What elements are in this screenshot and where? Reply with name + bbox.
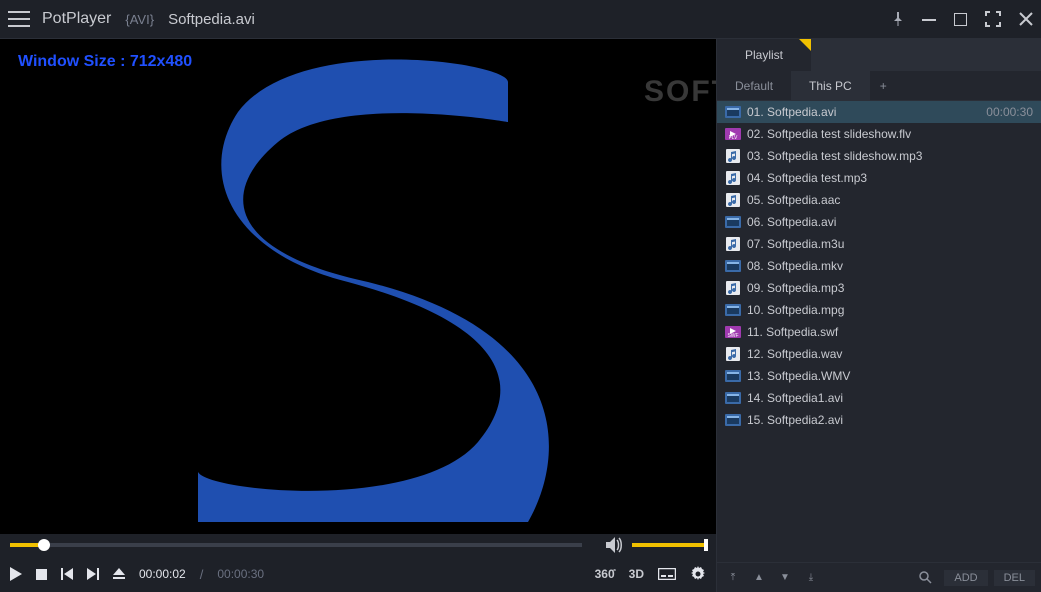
- seek-thumb[interactable]: [38, 539, 50, 551]
- file-video-icon: [725, 303, 741, 317]
- tab-indicator-icon: [799, 39, 811, 51]
- playlist-item[interactable]: 09. Softpedia.mp3: [717, 277, 1041, 299]
- playlist-item[interactable]: 05. Softpedia.aac: [717, 189, 1041, 211]
- menu-icon[interactable]: [8, 11, 30, 27]
- svg-text:FLV: FLV: [729, 135, 738, 140]
- file-video-icon: [725, 391, 741, 405]
- playlist-item[interactable]: 07. Softpedia.m3u: [717, 233, 1041, 255]
- playlist-item-label: 09. Softpedia.mp3: [747, 281, 1033, 295]
- del-button[interactable]: DEL: [994, 570, 1035, 586]
- file-video-icon: [725, 369, 741, 383]
- close-icon[interactable]: [1019, 12, 1033, 26]
- file-audio-icon: [725, 347, 741, 361]
- file-flv-icon: FLV: [725, 127, 741, 141]
- add-button[interactable]: ADD: [944, 570, 987, 586]
- move-up-button[interactable]: ▲: [749, 568, 769, 588]
- 3d-button[interactable]: 3D: [629, 567, 644, 581]
- format-tag: {AVI}: [125, 12, 154, 27]
- pin-icon[interactable]: [892, 12, 904, 26]
- time-duration: 00:00:30: [217, 567, 264, 581]
- file-name: Softpedia.avi: [168, 11, 255, 28]
- file-audio-icon: [725, 171, 741, 185]
- file-audio-icon: [725, 237, 741, 251]
- playlist-panel: Playlist Default This PC + 01. Softpedia…: [716, 38, 1041, 592]
- volume-slider[interactable]: [632, 543, 706, 547]
- subtab-add[interactable]: +: [870, 71, 897, 100]
- seek-slider[interactable]: [10, 543, 582, 547]
- playlist-item-label: 10. Softpedia.mpg: [747, 303, 1033, 317]
- maximize-icon[interactable]: [954, 13, 967, 26]
- playlist-item[interactable]: SWF 11. Softpedia.swf: [717, 321, 1041, 343]
- playlist-item[interactable]: 03. Softpedia test slideshow.mp3: [717, 145, 1041, 167]
- playlist-item-label: 02. Softpedia test slideshow.flv: [747, 127, 1033, 141]
- playlist-item-label: 15. Softpedia2.avi: [747, 413, 1033, 427]
- tab-empty[interactable]: [812, 39, 1041, 71]
- vr360-button[interactable]: 360̊: [595, 567, 615, 581]
- playlist-item[interactable]: 08. Softpedia.mkv: [717, 255, 1041, 277]
- playlist-item[interactable]: 15. Softpedia2.avi: [717, 409, 1041, 431]
- file-audio-icon: [725, 149, 741, 163]
- watermark: SOFTPEDIA®: [644, 75, 716, 109]
- fullscreen-icon[interactable]: [985, 11, 1001, 27]
- subtitle-button[interactable]: [658, 568, 676, 580]
- play-button[interactable]: [10, 567, 22, 581]
- file-swf-icon: SWF: [725, 325, 741, 339]
- playlist-item-label: 04. Softpedia test.mp3: [747, 171, 1033, 185]
- player-panel: Window Size : 712x480 SOFTPEDIA® 00:00:0…: [0, 38, 716, 592]
- time-current: 00:00:02: [139, 567, 186, 581]
- playlist-item-label: 08. Softpedia.mkv: [747, 259, 1033, 273]
- playlist-item[interactable]: 14. Softpedia1.avi: [717, 387, 1041, 409]
- video-content: [148, 52, 568, 522]
- playlist-item-label: 13. Softpedia.WMV: [747, 369, 1033, 383]
- playlist-item[interactable]: 10. Softpedia.mpg: [717, 299, 1041, 321]
- file-video-icon: [725, 259, 741, 273]
- playlist-item[interactable]: 12. Softpedia.wav: [717, 343, 1041, 365]
- playlist-item-label: 03. Softpedia test slideshow.mp3: [747, 149, 1033, 163]
- next-button[interactable]: [87, 568, 99, 580]
- subtab-default[interactable]: Default: [717, 71, 791, 100]
- video-area[interactable]: Window Size : 712x480 SOFTPEDIA®: [0, 39, 716, 534]
- playlist-item-label: 07. Softpedia.m3u: [747, 237, 1033, 251]
- settings-button[interactable]: [690, 566, 706, 582]
- playlist-item-label: 12. Softpedia.wav: [747, 347, 1033, 361]
- tab-playlist[interactable]: Playlist: [717, 39, 812, 71]
- playlist-item[interactable]: FLV 02. Softpedia test slideshow.flv: [717, 123, 1041, 145]
- titlebar: PotPlayer {AVI} Softpedia.avi: [0, 0, 1041, 38]
- move-bottom-button[interactable]: ⤓: [801, 568, 821, 588]
- minimize-icon[interactable]: [922, 12, 936, 26]
- app-name: PotPlayer: [42, 10, 111, 28]
- playlist-item[interactable]: 04. Softpedia test.mp3: [717, 167, 1041, 189]
- svg-text:SWF: SWF: [727, 333, 738, 338]
- volume-icon[interactable]: [606, 537, 624, 553]
- stop-button[interactable]: [36, 569, 47, 580]
- time-sep: /: [200, 567, 204, 582]
- playlist-item-label: 05. Softpedia.aac: [747, 193, 1033, 207]
- file-video-icon: [725, 105, 741, 119]
- playlist-item-label: 11. Softpedia.swf: [747, 325, 1033, 339]
- file-video-icon: [725, 215, 741, 229]
- eject-button[interactable]: [113, 568, 125, 580]
- playlist-item[interactable]: 01. Softpedia.avi 00:00:30: [717, 101, 1041, 123]
- move-down-button[interactable]: ▼: [775, 568, 795, 588]
- file-video-icon: [725, 413, 741, 427]
- playlist-item-label: 01. Softpedia.avi: [747, 105, 980, 119]
- search-icon[interactable]: [919, 571, 932, 584]
- playlist-item-duration: 00:00:30: [986, 105, 1033, 119]
- prev-button[interactable]: [61, 568, 73, 580]
- playlist-item[interactable]: 06. Softpedia.avi: [717, 211, 1041, 233]
- move-top-button[interactable]: ⤒: [723, 568, 743, 588]
- playlist-item-label: 06. Softpedia.avi: [747, 215, 1033, 229]
- file-audio-icon: [725, 193, 741, 207]
- playlist-list[interactable]: 01. Softpedia.avi 00:00:30 FLV 02. Softpedi…: [717, 101, 1041, 562]
- subtab-thispc[interactable]: This PC: [791, 71, 870, 100]
- playlist-item-label: 14. Softpedia1.avi: [747, 391, 1033, 405]
- file-audio-icon: [725, 281, 741, 295]
- playlist-item[interactable]: 13. Softpedia.WMV: [717, 365, 1041, 387]
